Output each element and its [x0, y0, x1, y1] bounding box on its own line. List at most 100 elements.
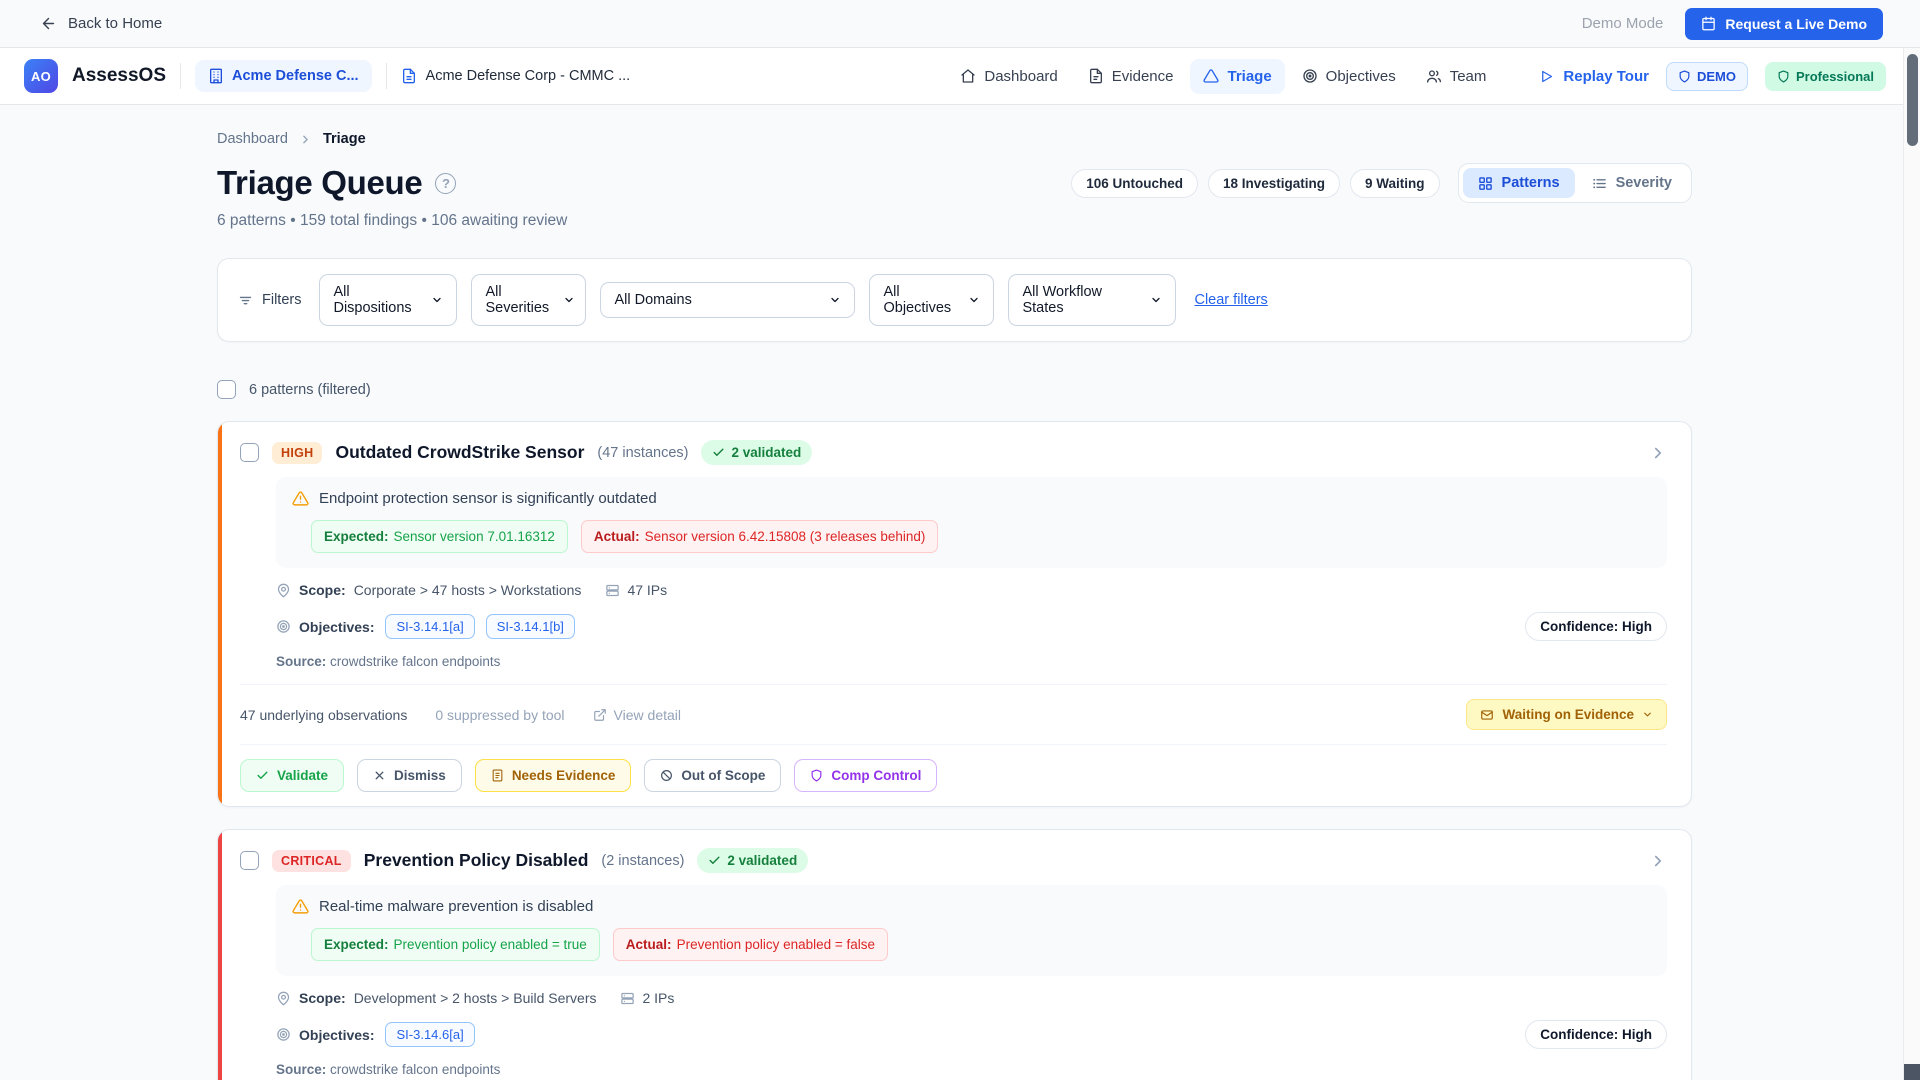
chevron-down-icon: [968, 294, 980, 306]
confidence-badge: Confidence: High: [1525, 1020, 1667, 1049]
chevron-right-icon: [1649, 444, 1667, 462]
chevron-down-icon: [431, 294, 443, 306]
check-icon: [708, 854, 721, 867]
chevron-right-icon: [1649, 852, 1667, 870]
expand-chevron[interactable]: [1649, 444, 1667, 462]
home-icon: [960, 68, 976, 84]
investigating-count-badge: 18 Investigating: [1208, 169, 1340, 198]
needs-evidence-button[interactable]: Needs Evidence: [475, 759, 632, 792]
instance-count: (47 instances): [597, 445, 688, 461]
page-subtitle: 6 patterns • 159 total findings • 106 aw…: [217, 212, 1692, 230]
pattern-checkbox[interactable]: [240, 851, 259, 870]
target-icon: [276, 1027, 291, 1042]
source-value: crowdstrike falcon endpoints: [330, 654, 500, 669]
replay-tour-button[interactable]: Replay Tour: [1539, 68, 1649, 85]
pattern-card-prevention-policy: CRITICAL Prevention Policy Disabled (2 i…: [217, 829, 1692, 1080]
file-icon: [1088, 68, 1104, 84]
dispositions-select[interactable]: All Dispositions: [319, 274, 457, 326]
top-bar: Back to Home Demo Mode Request a Live De…: [0, 0, 1920, 48]
pattern-title[interactable]: Prevention Policy Disabled: [364, 850, 589, 871]
external-link-icon: [593, 708, 607, 722]
warning-triangle-icon: [292, 490, 309, 507]
objective-badge[interactable]: SI-3.14.6[a]: [385, 1022, 474, 1047]
map-pin-icon: [276, 583, 291, 598]
workflow-states-select[interactable]: All Workflow States: [1008, 274, 1176, 326]
source-row: Source: crowdstrike falcon endpoints: [276, 1062, 1667, 1077]
chevron-down-icon: [1642, 709, 1653, 720]
breadcrumb: Dashboard Triage: [217, 131, 1692, 147]
request-live-demo-button[interactable]: Request a Live Demo: [1685, 8, 1883, 40]
page-title: Triage Queue: [217, 164, 422, 202]
nav-team[interactable]: Team: [1413, 59, 1500, 94]
select-all-checkbox[interactable]: [217, 380, 236, 399]
instance-count: (2 instances): [601, 853, 684, 869]
ip-count: 2 IPs: [620, 990, 674, 1006]
comp-control-button[interactable]: Comp Control: [794, 759, 937, 792]
pattern-title[interactable]: Outdated CrowdStrike Sensor: [335, 442, 584, 463]
objective-badge[interactable]: SI-3.14.1[b]: [486, 614, 575, 639]
check-icon: [256, 769, 269, 782]
demo-mode-label: Demo Mode: [1582, 15, 1664, 32]
finding-text: Endpoint protection sensor is significan…: [319, 490, 657, 507]
chevron-down-icon: [563, 294, 575, 306]
toggle-patterns[interactable]: Patterns: [1463, 168, 1575, 198]
calendar-icon: [1701, 16, 1716, 31]
divider: [386, 63, 387, 89]
nav-dashboard[interactable]: Dashboard: [947, 59, 1070, 94]
view-detail-link[interactable]: View detail: [593, 707, 681, 723]
back-to-home-link[interactable]: Back to Home: [40, 15, 162, 32]
out-of-scope-button[interactable]: Out of Scope: [644, 759, 781, 792]
nav-evidence[interactable]: Evidence: [1075, 59, 1187, 94]
objectives-row: Objectives: SI-3.14.1[a] SI-3.14.1[b] Co…: [276, 612, 1667, 641]
confidence-badge: Confidence: High: [1525, 612, 1667, 641]
map-pin-icon: [276, 991, 291, 1006]
expand-chevron[interactable]: [1649, 852, 1667, 870]
assessment-selector[interactable]: Acme Defense Corp - CMMC ...: [401, 68, 631, 84]
actual-value: Actual: Sensor version 6.42.15808 (3 rel…: [581, 520, 938, 553]
finding-summary: Real-time malware prevention is disabled…: [276, 885, 1667, 976]
scrollbar-bottom-button[interactable]: [1904, 1064, 1920, 1080]
scrollbar-thumb[interactable]: [1907, 54, 1918, 146]
help-icon[interactable]: ?: [435, 173, 456, 194]
shield-icon: [1777, 70, 1790, 83]
finding-text: Real-time malware prevention is disabled: [319, 898, 593, 915]
nav-triage[interactable]: Triage: [1190, 59, 1284, 94]
org-selector[interactable]: Acme Defense C...: [195, 60, 372, 92]
grid-icon: [1478, 176, 1493, 191]
vertical-scrollbar[interactable]: [1903, 48, 1920, 1080]
source-value: crowdstrike falcon endpoints: [330, 1062, 500, 1077]
people-icon: [1426, 68, 1442, 84]
domains-select[interactable]: All Domains: [600, 282, 855, 318]
plan-badge: Professional: [1765, 62, 1886, 91]
warning-triangle-icon: [1203, 68, 1219, 84]
dismiss-button[interactable]: Dismiss: [357, 759, 462, 792]
expected-value: Expected: Sensor version 7.01.16312: [311, 520, 568, 553]
shield-icon: [1678, 70, 1691, 83]
target-icon: [1302, 68, 1318, 84]
workflow-state-dropdown[interactable]: Waiting on Evidence: [1466, 699, 1667, 730]
nav-objectives[interactable]: Objectives: [1289, 59, 1409, 94]
check-icon: [712, 446, 725, 459]
filters-bar: Filters All Dispositions All Severities …: [217, 258, 1692, 342]
clear-filters-link[interactable]: Clear filters: [1194, 292, 1267, 308]
severities-select[interactable]: All Severities: [471, 274, 586, 326]
select-all-row: 6 patterns (filtered): [217, 380, 1692, 399]
breadcrumb-dashboard[interactable]: Dashboard: [217, 131, 288, 147]
scope-value: Corporate > 47 hosts > Workstations: [354, 582, 582, 598]
divider: [180, 63, 181, 89]
breadcrumb-current: Triage: [323, 131, 366, 147]
mail-icon: [1480, 708, 1494, 722]
toggle-severity[interactable]: Severity: [1577, 168, 1687, 198]
play-icon: [1539, 69, 1554, 84]
expected-value: Expected: Prevention policy enabled = tr…: [311, 928, 600, 961]
objectives-select[interactable]: All Objectives: [869, 274, 994, 326]
main-nav: Dashboard Evidence Triage Objectives Tea…: [947, 59, 1499, 94]
validate-button[interactable]: Validate: [240, 759, 344, 792]
ban-icon: [660, 769, 673, 782]
scope-value: Development > 2 hosts > Build Servers: [354, 990, 597, 1006]
objective-badge[interactable]: SI-3.14.1[a]: [385, 614, 474, 639]
target-icon: [276, 619, 291, 634]
severity-badge: CRITICAL: [272, 850, 351, 872]
warning-triangle-icon: [292, 898, 309, 915]
pattern-checkbox[interactable]: [240, 443, 259, 462]
